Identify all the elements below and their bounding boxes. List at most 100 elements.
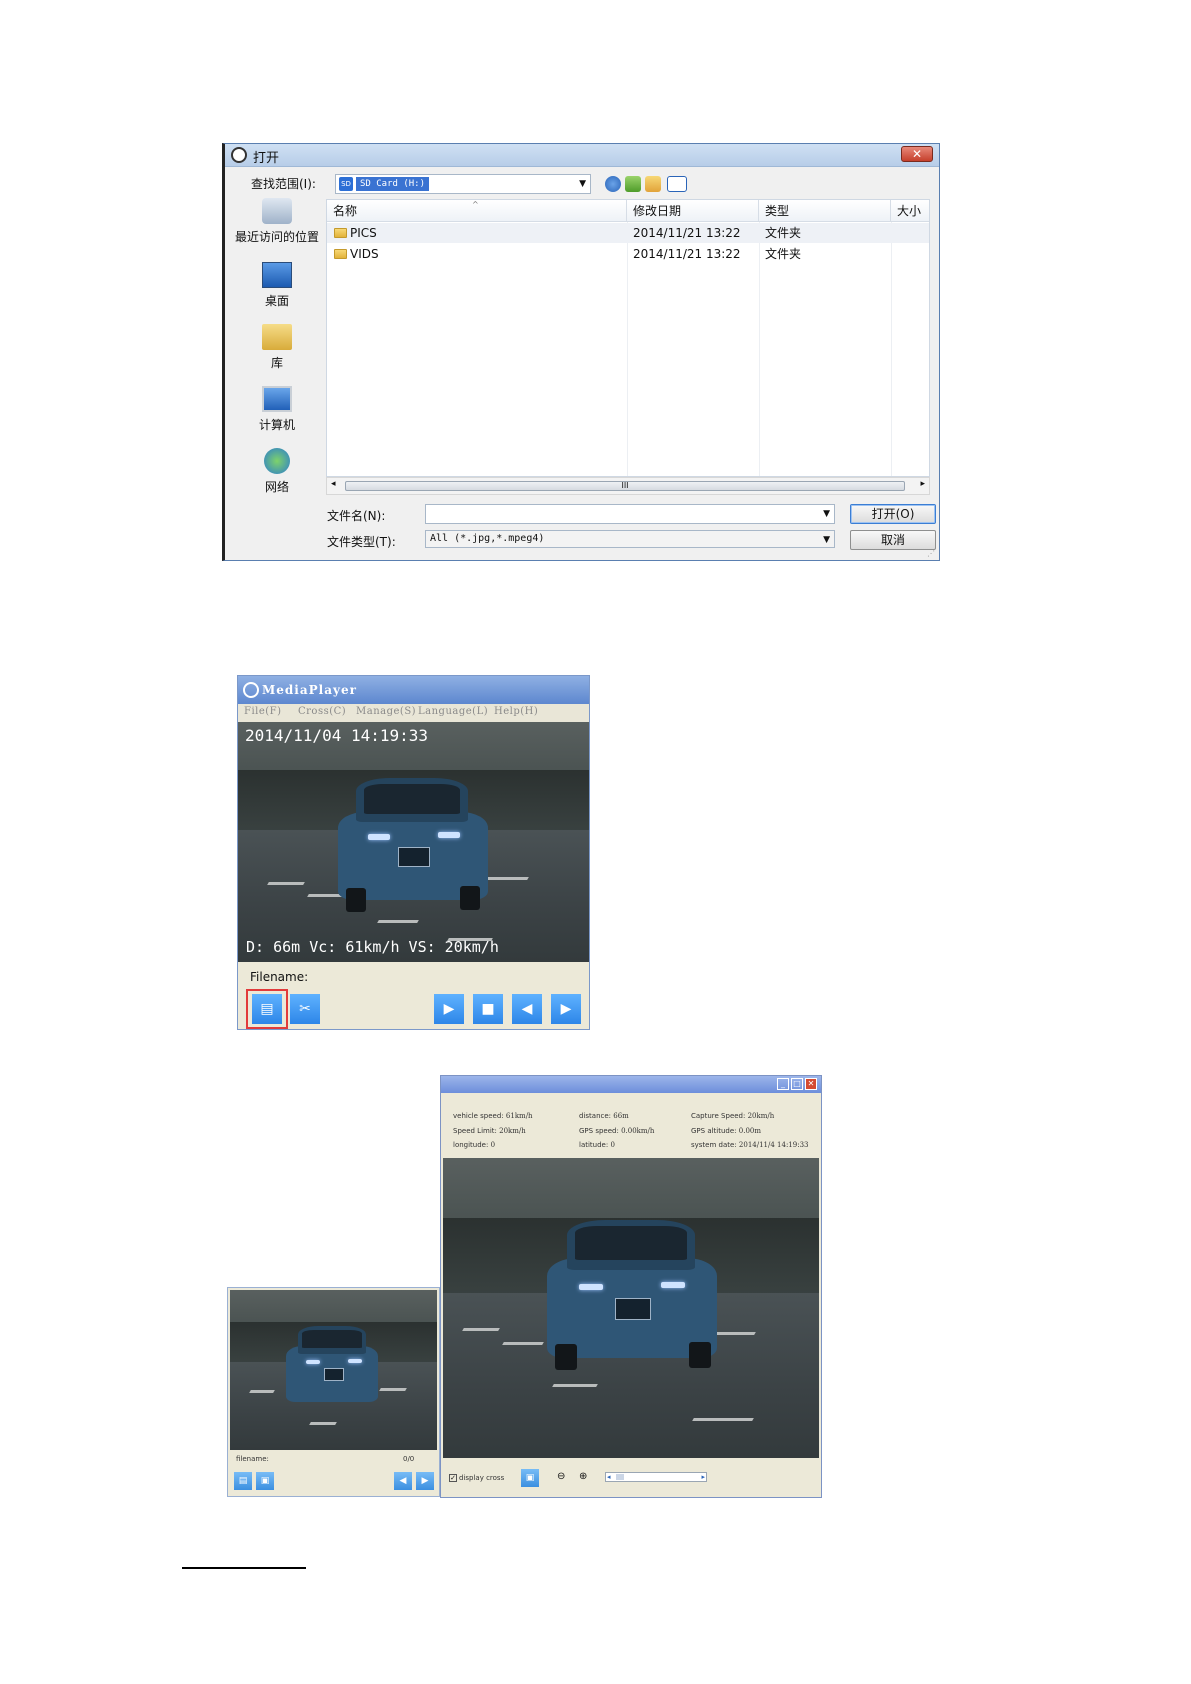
step-forward-icon: ▶ [421, 1476, 429, 1486]
filename-input[interactable]: ▼ [425, 504, 835, 524]
list-item[interactable]: VIDS 2014/11/21 13:22 文件夹 [327, 244, 929, 264]
video-frame-small [230, 1290, 437, 1450]
column-label: 名称 [333, 204, 358, 218]
filetype-select[interactable]: All (*.jpg,*.mpeg4) ▼ [425, 530, 835, 548]
folder-icon [334, 249, 347, 259]
stop-button[interactable]: ■ [473, 994, 503, 1024]
next-frame-button[interactable]: ▶ [551, 994, 581, 1024]
place-label: 计算机 [258, 418, 295, 432]
file-date: 2014/11/21 13:22 [633, 247, 741, 261]
zoom-in-icon[interactable]: ⊕ [579, 1471, 587, 1482]
resize-grip-icon[interactable]: ⋰ [927, 549, 935, 558]
look-in-label: 查找范围(I): [251, 177, 316, 191]
filename-label: filename: [236, 1455, 269, 1463]
open-file-icon: ▤ [260, 1001, 274, 1017]
zoom-out-icon[interactable]: ⊖ [557, 1471, 565, 1482]
cancel-button[interactable]: 取消 [850, 530, 936, 550]
place-label: 库 [270, 356, 283, 370]
folder-icon [334, 228, 347, 238]
horizontal-scrollbar[interactable]: ◂ III ▸ [326, 477, 930, 495]
open-file-button[interactable]: ▤ [234, 1472, 252, 1490]
cut-button[interactable]: ✂ [290, 994, 320, 1024]
back-icon[interactable] [605, 176, 621, 192]
file-date: 2014/11/21 13:22 [633, 226, 741, 240]
info-system-date: system date: 2014/11/4 14:19:33 [691, 1141, 809, 1149]
minimize-button[interactable]: _ [777, 1078, 789, 1090]
menu-language[interactable]: Language(L) [418, 706, 488, 717]
info-distance: distance: 66m [579, 1112, 629, 1120]
next-frame-button[interactable]: ▶ [416, 1472, 434, 1490]
open-button[interactable]: 打开(O) [850, 504, 936, 524]
open-file-button[interactable]: ▤ [252, 994, 282, 1024]
open-folder-button[interactable]: ▣ [256, 1472, 274, 1490]
info-capture-speed: Capture Speed: 20km/h [691, 1112, 775, 1120]
place-computer[interactable]: 计算机 [233, 386, 321, 433]
info-longitude: longitude: 0 [453, 1141, 496, 1149]
scissors-icon: ✂ [299, 1001, 311, 1017]
timestamp-overlay: 2014/11/04 14:19:33 [245, 726, 429, 745]
scroll-left-icon[interactable]: ◂ [607, 1473, 611, 1481]
menu-cross[interactable]: Cross(C) [298, 706, 346, 717]
filetype-value: All (*.jpg,*.mpeg4) [430, 533, 545, 544]
list-item[interactable]: PICS 2014/11/21 13:22 文件夹 [327, 223, 929, 243]
scroll-right-icon[interactable]: ▸ [920, 479, 925, 489]
play-icon: ▶ [443, 1001, 455, 1017]
libraries-icon [262, 324, 292, 350]
sd-card-icon: SD [339, 177, 353, 191]
place-desktop[interactable]: 桌面 [233, 262, 321, 309]
desktop-icon [262, 262, 292, 288]
place-libraries[interactable]: 库 [233, 324, 321, 371]
column-header-size[interactable]: 大小 [891, 200, 929, 222]
file-list: 名称 ^ 修改日期 类型 大小 PICS 2014/11/21 13:22 文件… [326, 199, 930, 477]
scroll-thumb[interactable] [616, 1474, 624, 1480]
column-header-date[interactable]: 修改日期 [627, 200, 759, 222]
look-in-combo[interactable]: SD SD Card (H:) ▼ [335, 174, 591, 194]
menu-file[interactable]: File(F) [244, 706, 282, 717]
column-header-type[interactable]: 类型 [759, 200, 891, 222]
filename-label: Filename: [250, 970, 309, 984]
previous-frame-button[interactable]: ◀ [512, 994, 542, 1024]
menu-manage[interactable]: Manage(S) [356, 706, 416, 717]
filename-label: 文件名(N): [327, 509, 386, 523]
look-in-value: SD Card (H:) [356, 177, 430, 191]
chevron-down-icon[interactable]: ▼ [823, 505, 830, 523]
menu-help[interactable]: Help(H) [494, 706, 538, 717]
video-frame: 2014/11/04 14:19:33 D: 66m Vc: 61km/h VS… [238, 722, 589, 962]
maximize-button[interactable]: □ [791, 1078, 803, 1090]
stop-icon: ■ [481, 1001, 495, 1017]
previous-frame-button[interactable]: ◀ [394, 1472, 412, 1490]
column-header-name[interactable]: 名称 ^ [327, 200, 627, 222]
menu-bar: File(F) Cross(C) Manage(S) Language(L) H… [238, 704, 589, 723]
place-label: 桌面 [264, 294, 289, 308]
save-icon: ▣ [525, 1473, 535, 1483]
display-cross-label: display cross [459, 1474, 505, 1482]
file-type: 文件夹 [765, 226, 802, 240]
file-counter: 0/0 [403, 1455, 415, 1463]
scroll-right-icon[interactable]: ▸ [701, 1473, 705, 1481]
filetype-label: 文件类型(T): [327, 535, 396, 549]
scroll-left-icon[interactable]: ◂ [331, 479, 336, 489]
scroll-thumb[interactable]: III [345, 481, 905, 491]
media-player-titlebar: MediaPlayer [238, 676, 589, 704]
zoom-scrollbar[interactable]: ◂ ▸ [605, 1472, 707, 1482]
view-menu-icon[interactable] [667, 176, 687, 192]
up-folder-icon[interactable] [625, 176, 641, 192]
new-folder-icon[interactable] [645, 176, 661, 192]
play-button[interactable]: ▶ [434, 994, 464, 1024]
close-button[interactable]: ✕ [805, 1078, 817, 1090]
close-button[interactable]: ✕ [901, 146, 933, 162]
file-type: 文件夹 [765, 247, 802, 261]
step-back-icon: ◀ [399, 1476, 407, 1486]
app-icon [243, 682, 259, 698]
chevron-down-icon[interactable]: ▼ [823, 531, 830, 549]
video-frame-large [443, 1158, 819, 1458]
place-label: 最近访问的位置 [234, 230, 319, 244]
display-cross-checkbox[interactable]: ✓ [449, 1474, 457, 1482]
place-network[interactable]: 网络 [233, 448, 321, 495]
small-player-window: filename: 0/0 ▤ ▣ ◀ ▶ [227, 1287, 440, 1497]
chevron-down-icon[interactable]: ▼ [579, 175, 586, 193]
place-recent[interactable]: 最近访问的位置 [233, 198, 321, 245]
save-button[interactable]: ▣ [521, 1469, 539, 1487]
sort-ascending-icon: ^ [472, 200, 479, 209]
dialog-title: 打开 [253, 151, 280, 166]
